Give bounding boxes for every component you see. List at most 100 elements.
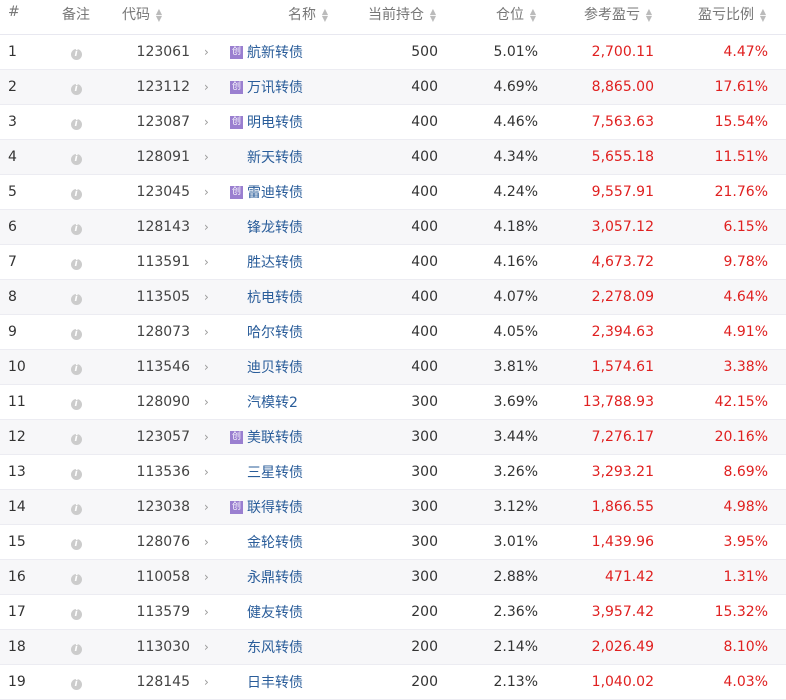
note-cell[interactable]: i xyxy=(40,69,112,105)
chevron-right-icon[interactable]: › xyxy=(190,325,209,339)
chevron-right-icon[interactable]: › xyxy=(190,465,209,479)
name-cell[interactable]: 哈尔转债 xyxy=(230,314,330,350)
note-cell[interactable]: i xyxy=(40,559,112,595)
table-row[interactable]: 8 i 113505 › 杭电转债 400 4.07% 2,278.09 4.6… xyxy=(0,279,786,315)
bond-name-link[interactable]: 美联转债 xyxy=(247,430,303,446)
table-row[interactable]: 17 i 113579 › 健友转债 200 2.36% 3,957.42 15… xyxy=(0,594,786,630)
table-row[interactable]: 11 i 128090 › 汽模转2 300 3.69% 13,788.93 4… xyxy=(0,384,786,420)
info-icon[interactable]: i xyxy=(70,468,82,480)
name-cell[interactable]: 杭电转债 xyxy=(230,279,330,315)
info-icon[interactable]: i xyxy=(70,328,82,340)
table-row[interactable]: 15 i 128076 › 金轮转债 300 3.01% 1,439.96 3.… xyxy=(0,524,786,560)
chevron-right-icon[interactable]: › xyxy=(190,80,209,94)
name-cell[interactable]: 永鼎转债 xyxy=(230,559,330,595)
info-icon[interactable]: i xyxy=(70,83,82,95)
table-row[interactable]: 16 i 110058 › 永鼎转债 300 2.88% 471.42 1.31… xyxy=(0,559,786,595)
table-row[interactable]: 10 i 113546 › 迪贝转债 400 3.81% 1,574.61 3.… xyxy=(0,349,786,385)
note-cell[interactable]: i xyxy=(40,384,112,420)
info-icon[interactable]: i xyxy=(70,118,82,130)
chevron-right-icon[interactable]: › xyxy=(190,535,209,549)
bond-name-link[interactable]: 汽模转2 xyxy=(247,395,298,411)
info-icon[interactable]: i xyxy=(70,223,82,235)
bond-name-link[interactable]: 永鼎转债 xyxy=(247,570,303,586)
bond-name-link[interactable]: 迪贝转债 xyxy=(247,360,303,376)
info-icon[interactable]: i xyxy=(70,258,82,270)
note-cell[interactable]: i xyxy=(40,629,112,665)
name-cell[interactable]: 创联得转债 xyxy=(230,489,330,525)
note-cell[interactable]: i xyxy=(40,454,112,490)
name-cell[interactable]: 三星转债 xyxy=(230,454,330,490)
note-cell[interactable]: i xyxy=(40,139,112,175)
name-cell[interactable]: 锋龙转债 xyxy=(230,209,330,245)
note-cell[interactable]: i xyxy=(40,174,112,210)
table-row[interactable]: 18 i 113030 › 东风转债 200 2.14% 2,026.49 8.… xyxy=(0,629,786,665)
note-cell[interactable]: i xyxy=(40,349,112,385)
header-pnl-sort[interactable]: 参考盈亏 ▲ ▼ xyxy=(538,0,654,35)
chevron-right-icon[interactable]: › xyxy=(190,395,209,409)
header-hold-sort[interactable]: 当前持仓 ▲ ▼ xyxy=(330,0,438,35)
info-icon[interactable]: i xyxy=(70,643,82,655)
bond-name-link[interactable]: 明电转债 xyxy=(247,115,303,131)
chevron-right-icon[interactable]: › xyxy=(190,430,209,444)
info-icon[interactable]: i xyxy=(70,363,82,375)
note-cell[interactable]: i xyxy=(40,524,112,560)
table-row[interactable]: 5 i 123045 › 创雷迪转债 400 4.24% 9,557.91 21… xyxy=(0,174,786,210)
chevron-right-icon[interactable]: › xyxy=(190,290,209,304)
chevron-right-icon[interactable]: › xyxy=(190,675,209,689)
name-cell[interactable]: 创明电转债 xyxy=(230,104,330,140)
name-cell[interactable]: 创雷迪转债 xyxy=(230,174,330,210)
info-icon[interactable]: i xyxy=(70,153,82,165)
note-cell[interactable]: i xyxy=(40,209,112,245)
chevron-right-icon[interactable]: › xyxy=(190,255,209,269)
bond-name-link[interactable]: 健友转债 xyxy=(247,605,303,621)
bond-name-link[interactable]: 锋龙转债 xyxy=(247,220,303,236)
bond-name-link[interactable]: 哈尔转债 xyxy=(247,325,303,341)
note-cell[interactable]: i xyxy=(40,314,112,350)
info-icon[interactable]: i xyxy=(70,188,82,200)
name-cell[interactable]: 健友转债 xyxy=(230,594,330,630)
table-row[interactable]: 6 i 128143 › 锋龙转债 400 4.18% 3,057.12 6.1… xyxy=(0,209,786,245)
chevron-right-icon[interactable]: › xyxy=(190,185,209,199)
name-cell[interactable]: 创美联转债 xyxy=(230,419,330,455)
chevron-right-icon[interactable]: › xyxy=(190,640,209,654)
bond-name-link[interactable]: 杭电转债 xyxy=(247,290,303,306)
bond-name-link[interactable]: 联得转债 xyxy=(247,500,303,516)
note-cell[interactable]: i xyxy=(40,594,112,630)
header-pos-sort[interactable]: 仓位 ▲ ▼ xyxy=(438,0,538,35)
info-icon[interactable]: i xyxy=(70,678,82,690)
chevron-right-icon[interactable]: › xyxy=(190,150,209,164)
name-cell[interactable]: 新天转债 xyxy=(230,139,330,175)
bond-name-link[interactable]: 新天转债 xyxy=(247,150,303,166)
note-cell[interactable]: i xyxy=(40,664,112,700)
table-row[interactable]: 13 i 113536 › 三星转债 300 3.26% 3,293.21 8.… xyxy=(0,454,786,490)
header-ratio-sort[interactable]: 盈亏比例 ▲ ▼ xyxy=(654,0,772,35)
name-cell[interactable]: 胜达转债 xyxy=(230,244,330,280)
table-row[interactable]: 19 i 128145 › 日丰转债 200 2.13% 1,040.02 4.… xyxy=(0,664,786,700)
bond-name-link[interactable]: 胜达转债 xyxy=(247,255,303,271)
chevron-right-icon[interactable]: › xyxy=(190,570,209,584)
header-name-sort[interactable]: 名称 ▲ ▼ xyxy=(230,0,330,35)
info-icon[interactable]: i xyxy=(70,293,82,305)
info-icon[interactable]: i xyxy=(70,538,82,550)
info-icon[interactable]: i xyxy=(70,433,82,445)
name-cell[interactable]: 金轮转债 xyxy=(230,524,330,560)
note-cell[interactable]: i xyxy=(40,244,112,280)
table-row[interactable]: 9 i 128073 › 哈尔转债 400 4.05% 2,394.63 4.9… xyxy=(0,314,786,350)
note-cell[interactable]: i xyxy=(40,419,112,455)
info-icon[interactable]: i xyxy=(70,573,82,585)
table-row[interactable]: 1 i 123061 › 创航新转债 500 5.01% 2,700.11 4.… xyxy=(0,34,786,70)
chevron-right-icon[interactable]: › xyxy=(190,45,209,59)
info-icon[interactable]: i xyxy=(70,48,82,60)
note-cell[interactable]: i xyxy=(40,104,112,140)
bond-name-link[interactable]: 万讯转债 xyxy=(247,80,303,96)
bond-name-link[interactable]: 航新转债 xyxy=(247,45,303,61)
bond-name-link[interactable]: 日丰转债 xyxy=(247,675,303,691)
chevron-right-icon[interactable]: › xyxy=(190,605,209,619)
table-row[interactable]: 7 i 113591 › 胜达转债 400 4.16% 4,673.72 9.7… xyxy=(0,244,786,280)
table-row[interactable]: 14 i 123038 › 创联得转债 300 3.12% 1,866.55 4… xyxy=(0,489,786,525)
name-cell[interactable]: 汽模转2 xyxy=(230,384,330,420)
chevron-right-icon[interactable]: › xyxy=(190,115,209,129)
chevron-right-icon[interactable]: › xyxy=(190,220,209,234)
name-cell[interactable]: 日丰转债 xyxy=(230,664,330,700)
bond-name-link[interactable]: 东风转债 xyxy=(247,640,303,656)
